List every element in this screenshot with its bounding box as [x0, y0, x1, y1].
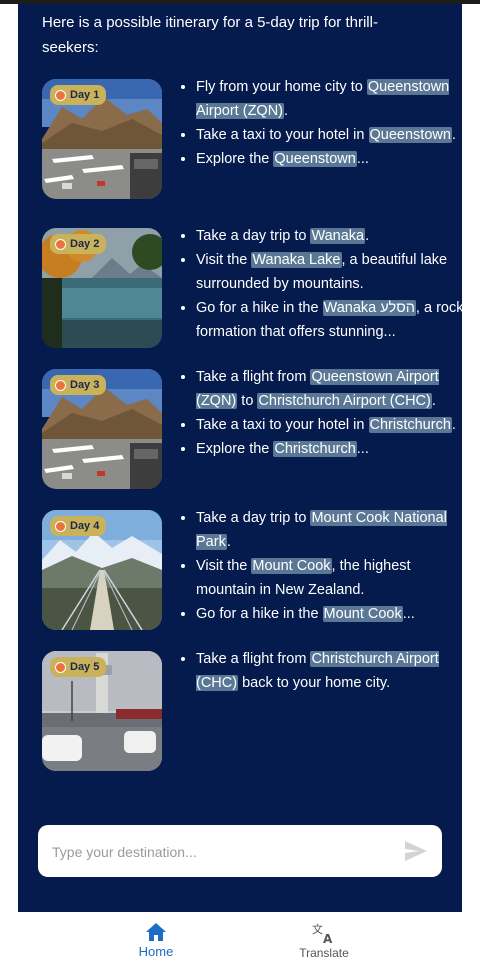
sun-icon — [55, 238, 66, 250]
place-link[interactable]: Mount Cook — [322, 606, 403, 622]
nav-home[interactable]: Home — [106, 922, 206, 959]
itinerary-bullet: Fly from your home city to Queenstown Ai… — [196, 75, 464, 123]
place-link[interactable]: Wanaka — [310, 228, 366, 244]
send-icon[interactable] — [404, 840, 428, 862]
place-link[interactable]: Christchurch — [273, 441, 357, 457]
day-badge-label: Day 5 — [70, 661, 100, 673]
svg-text:A: A — [323, 932, 333, 944]
translate-icon: 文 A — [312, 922, 333, 944]
day-badge-label: Day 2 — [70, 238, 100, 250]
day-bullets: Take a flight from Queenstown Airport (Z… — [178, 365, 464, 461]
place-link[interactable]: Christchurch Airport (CHC) — [257, 393, 432, 409]
destination-input[interactable] — [50, 839, 384, 865]
day-badge: Day 3 — [50, 375, 107, 395]
day-bullets: Take a day trip to Mount Cook National P… — [178, 506, 464, 626]
itinerary-panel[interactable]: Here is a possible itinerary for a 5-day… — [18, 4, 464, 912]
place-link[interactable]: Queenstown — [273, 151, 357, 167]
itinerary-bullet: Take a day trip to Wanaka. — [196, 224, 464, 248]
destination-input-bar — [38, 825, 442, 877]
day-thumbnail[interactable]: Day 5 — [42, 651, 162, 771]
day-bullets: Take a flight from Christchurch Airport … — [178, 647, 464, 695]
itinerary-bullet: Take a day trip to Mount Cook National P… — [196, 506, 464, 554]
itinerary-bullet: Explore the Christchurch... — [196, 437, 464, 461]
place-link[interactable]: Queenstown Airport (ZQN) — [196, 79, 450, 119]
day-badge: Day 1 — [50, 85, 107, 105]
itinerary-bullet: Go for a hike in the Mount Cook... — [196, 602, 464, 626]
day-bullets: Take a day trip to Wanaka.Visit the Wana… — [178, 224, 464, 344]
day-badge: Day 2 — [50, 234, 107, 254]
day-badge: Day 5 — [50, 657, 107, 677]
day-badge-label: Day 1 — [70, 89, 100, 101]
place-link[interactable]: Christchurch — [368, 417, 452, 433]
sun-icon — [55, 89, 66, 101]
day-thumbnail[interactable]: Day 1 — [42, 79, 162, 199]
sun-icon — [55, 379, 66, 391]
nav-home-label: Home — [138, 944, 174, 959]
place-link[interactable]: Wanaka הסלע — [322, 300, 416, 316]
place-link[interactable]: Mount Cook — [251, 558, 332, 574]
nav-translate-label: Translate — [299, 946, 349, 960]
itinerary-bullet: Go for a hike in the Wanaka הסלע, a rock… — [196, 296, 464, 344]
home-icon — [146, 923, 166, 941]
itinerary-bullet: Take a taxi to your hotel in Queenstown. — [196, 123, 464, 147]
place-link[interactable]: Wanaka Lake — [251, 252, 342, 268]
itinerary-bullet: Take a flight from Christchurch Airport … — [196, 647, 464, 695]
day-badge-label: Day 3 — [70, 379, 100, 391]
itinerary-bullet: Take a flight from Queenstown Airport (Z… — [196, 365, 464, 413]
itinerary-bullet: Take a taxi to your hotel in Christchurc… — [196, 413, 464, 437]
day-badge-label: Day 4 — [70, 520, 100, 532]
itinerary-bullet: Visit the Mount Cook, the highest mounta… — [196, 554, 464, 602]
day-thumbnail[interactable]: Day 2 — [42, 228, 162, 348]
bottom-navigation: Home 文 A Translate — [18, 912, 462, 970]
day-bullets: Fly from your home city to Queenstown Ai… — [178, 75, 464, 171]
day-thumbnail[interactable]: Day 4 — [42, 510, 162, 630]
intro-text: Here is a possible itinerary for a 5-day… — [42, 14, 378, 56]
svg-text:文: 文 — [312, 922, 323, 936]
place-link[interactable]: Queenstown — [368, 127, 452, 143]
itinerary-bullet: Explore the Queenstown... — [196, 147, 464, 171]
place-link[interactable]: Mount Cook National Park — [196, 510, 447, 550]
itinerary-bullet: Visit the Wanaka Lake, a beautiful lake … — [196, 248, 464, 296]
nav-translate[interactable]: 文 A Translate — [274, 922, 374, 960]
day-thumbnail[interactable]: Day 3 — [42, 369, 162, 489]
sun-icon — [55, 520, 66, 532]
day-badge: Day 4 — [50, 516, 107, 536]
place-link[interactable]: Christchurch Airport (CHC) — [196, 651, 439, 691]
sun-icon — [55, 661, 66, 673]
